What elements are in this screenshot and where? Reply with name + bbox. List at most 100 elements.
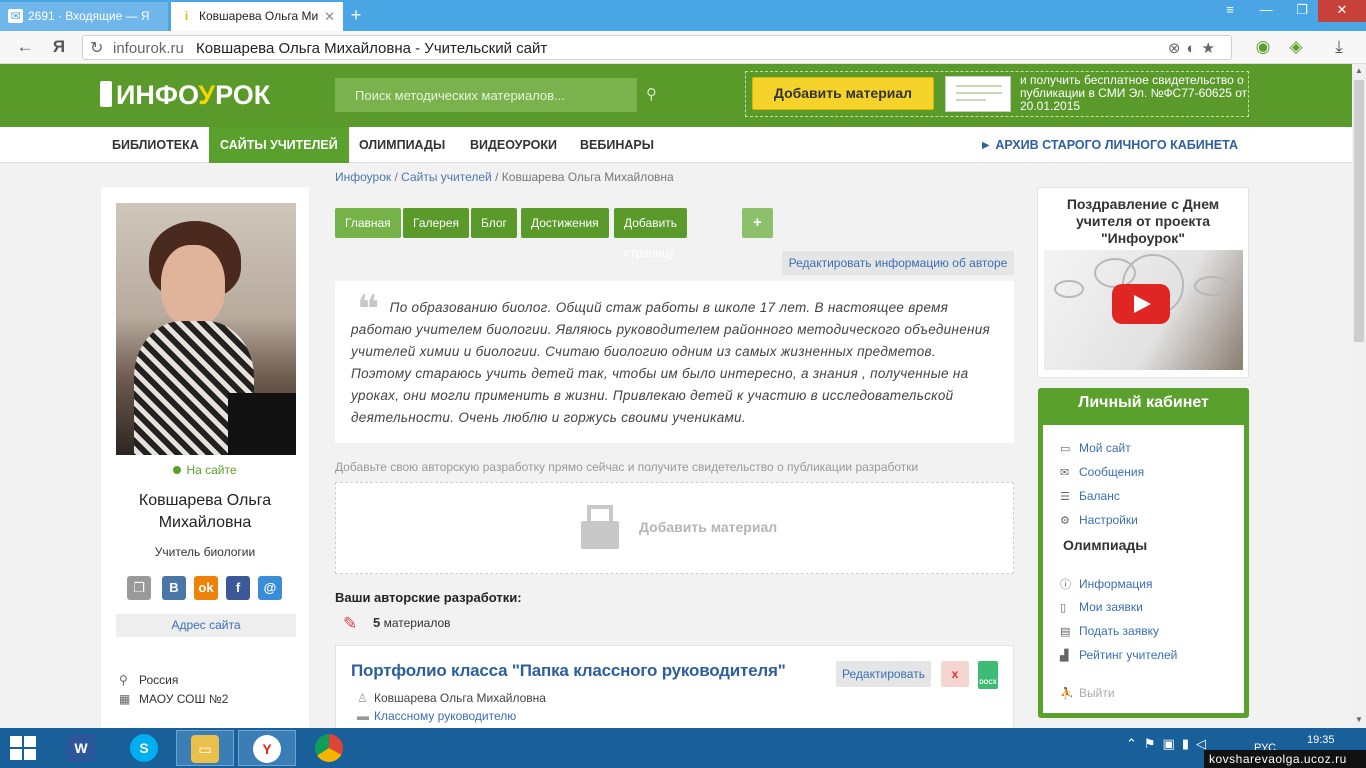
close-tab-icon[interactable]: ✕ xyxy=(324,9,335,25)
nav-library[interactable]: БИБЛИОТЕКА xyxy=(101,127,210,163)
online-dot-icon xyxy=(173,466,182,474)
page-scrollbar[interactable]: ▲ ▼ xyxy=(1352,64,1366,728)
profile-photo xyxy=(116,203,296,455)
school-building-icon: ▦ xyxy=(119,692,131,706)
edit-author-info-button[interactable]: Редактировать информацию об авторе xyxy=(782,251,1014,275)
cabinet-item-my-site[interactable]: ▭ Мой сайт xyxy=(1060,441,1131,455)
dropzone-label: Добавить материал xyxy=(639,519,778,535)
work-title[interactable]: Портфолио класса "Папка классного руково… xyxy=(351,661,786,681)
bookmark-star-icon[interactable]: ⊗◐★ xyxy=(1168,39,1221,57)
taskbar-yandex-browser-icon[interactable]: Y xyxy=(238,730,296,766)
works-heading: Ваши авторские разработки: xyxy=(335,590,522,605)
cabinet-item-settings[interactable]: ⚙ Настройки xyxy=(1060,513,1138,527)
search-icon[interactable]: ⚲ xyxy=(646,85,657,103)
youtube-play-icon[interactable] xyxy=(1112,284,1170,324)
maximize-button[interactable]: ❐ xyxy=(1286,0,1318,22)
windows-start-button[interactable] xyxy=(10,736,38,762)
system-tray-icons[interactable]: ⌃⚑▣▮◁ xyxy=(1126,736,1213,752)
scroll-down-icon[interactable]: ▼ xyxy=(1355,715,1363,724)
greeting-title: Поздравление с Днем учителя от проекта "… xyxy=(1066,196,1220,246)
work-category-link[interactable]: Классному руководителю xyxy=(374,709,516,723)
docx-file-icon[interactable]: DOCX xyxy=(978,661,998,689)
breadcrumb-sites[interactable]: Сайты учителей xyxy=(401,170,492,184)
taskbar-skype-icon[interactable]: S xyxy=(115,730,173,766)
delete-work-button[interactable]: x xyxy=(941,661,969,687)
close-window-button[interactable]: ✕ xyxy=(1318,0,1366,22)
breadcrumb: Инфоурок / Сайты учителей / Ковшарева Ол… xyxy=(335,170,674,184)
address-domain: infourok.ru xyxy=(113,40,184,57)
minimize-button[interactable]: — xyxy=(1250,0,1282,22)
taskbar-word-icon[interactable]: W xyxy=(52,730,110,766)
shield-icon[interactable]: ◈ xyxy=(1285,37,1307,57)
logout-link[interactable]: ⛹ Выйти xyxy=(1060,686,1115,700)
browser-tab-infourok[interactable]: i Ковшарева Ольга Ми ✕ xyxy=(171,2,343,31)
olymp-item-teacher-rating[interactable]: ▟ Рейтинг учителей xyxy=(1060,648,1177,662)
browser-menu-icon[interactable]: ≡ xyxy=(1214,0,1246,22)
add-material-button[interactable]: Добавить материал xyxy=(752,77,934,110)
promo-text: и получить бесплатное свидетельство о пу… xyxy=(1020,73,1248,113)
nav-video-lessons[interactable]: ВИДЕОУРОКИ xyxy=(459,127,568,163)
back-arrow-icon[interactable]: ← xyxy=(14,37,36,57)
cabinet-item-messages[interactable]: ✉ Сообщения xyxy=(1060,465,1144,479)
online-status: На сайте xyxy=(101,463,309,477)
olymp-item-submit-request[interactable]: ▤ Подать заявку xyxy=(1060,624,1159,638)
site-address-button[interactable]: Адрес сайта xyxy=(116,614,296,637)
yandex-logo-icon[interactable]: Я xyxy=(48,37,70,57)
download-icon[interactable]: ⤓ xyxy=(1328,37,1350,57)
profile-card: На сайте Ковшарева Ольга Михайловна Учит… xyxy=(101,187,309,728)
cabinet-item-balance[interactable]: ☰ Баланс xyxy=(1060,489,1120,503)
greeting-video[interactable] xyxy=(1044,250,1243,370)
location-pin-icon: ⚲ xyxy=(119,673,128,687)
taskbar-chrome-icon[interactable] xyxy=(300,730,358,766)
scroll-up-icon[interactable]: ▲ xyxy=(1355,66,1363,75)
olymp-item-info[interactable]: ⓘ Информация xyxy=(1060,576,1152,592)
facebook-icon[interactable]: f xyxy=(226,576,250,600)
new-tab-button[interactable]: + xyxy=(346,5,366,26)
breadcrumb-current: Ковшарева Ольга Михайловна xyxy=(501,170,674,184)
odnoklassniki-icon[interactable]: ok xyxy=(194,576,218,600)
search-input[interactable]: Поиск методических материалов... xyxy=(335,78,637,112)
nav-olympiads[interactable]: ОЛИМПИАДЫ xyxy=(348,127,456,163)
gear-icon: ⚙ xyxy=(1060,515,1070,527)
add-material-dropzone[interactable]: Добавить материал xyxy=(335,482,1014,574)
greeting-card: Поздравление с Днем учителя от проекта "… xyxy=(1037,187,1249,378)
clipboard-icon: ▤ xyxy=(1060,626,1071,638)
quote-icon: ❝ xyxy=(357,289,380,331)
tab-add-page[interactable]: Добавить страницу xyxy=(614,208,688,260)
nav-teacher-sites[interactable]: САЙТЫ УЧИТЕЛЕЙ xyxy=(209,127,349,163)
email-icon[interactable]: @ xyxy=(258,576,282,600)
browser-toolbar: ← Я ↻ infourok.ru Ковшарева Ольга Михайл… xyxy=(0,31,1366,64)
archive-link[interactable]: ► АРХИВ СТАРОГО ЛИЧНОГО КАБИНЕТА xyxy=(980,127,1238,163)
extension-icon[interactable]: ◉ xyxy=(1252,37,1274,57)
olymp-item-my-requests[interactable]: ▯ Мои заявки xyxy=(1060,600,1143,614)
teacher-name: Ковшарева Ольга Михайловна xyxy=(138,492,272,531)
address-bar[interactable]: ↻ infourok.ru Ковшарева Ольга Михайловна… xyxy=(82,35,1232,60)
nav-webinars[interactable]: ВЕБИНАРЫ xyxy=(569,127,665,163)
cabinet-title: Личный кабинет xyxy=(1078,394,1209,411)
upload-hint: Добавьте свою авторскую разработку прямо… xyxy=(335,460,919,474)
vk-icon[interactable]: B xyxy=(162,576,186,600)
tab-main[interactable]: Главная xyxy=(335,208,401,238)
reload-icon[interactable]: ↻ xyxy=(90,38,103,58)
edit-work-button[interactable]: Редактировать xyxy=(836,661,931,687)
address-title: Ковшарева Ольга Михайловна - Учительский… xyxy=(196,40,548,57)
taskbar-explorer-icon[interactable]: ▭ xyxy=(176,730,234,766)
tab-achievements[interactable]: Достижения xyxy=(521,208,609,238)
documents-icon: ✎ xyxy=(343,613,358,633)
running-man-icon: ⛹ xyxy=(1060,688,1074,700)
add-page-plus-button[interactable]: + xyxy=(742,208,773,238)
tab-gallery[interactable]: Галерея xyxy=(403,208,470,238)
copy-icon[interactable]: ❐ xyxy=(127,576,151,600)
windows-taskbar: W S ▭ Y ⌃⚑▣▮◁ РУС 19:35 xyxy=(0,728,1366,768)
breadcrumb-home[interactable]: Инфоурок xyxy=(335,170,391,184)
olympiads-heading: Олимпиады xyxy=(1063,537,1148,553)
tab-blog[interactable]: Блог xyxy=(471,208,517,238)
scroll-thumb[interactable] xyxy=(1354,80,1364,342)
folder-icon: ▬ xyxy=(357,709,369,723)
cabinet-menu: ▭ Мой сайт ✉ Сообщения ☰ Баланс ⚙ Настройки … xyxy=(1043,425,1244,713)
coins-icon: ☰ xyxy=(1060,491,1070,503)
clock[interactable]: 19:35 xyxy=(1307,734,1335,746)
infourok-logo[interactable]: ИНФОУРОК xyxy=(100,80,270,111)
browser-tab-mail[interactable]: ✉ 2691 · Входящие — Я xyxy=(0,2,168,31)
infourok-icon: i xyxy=(184,9,189,23)
